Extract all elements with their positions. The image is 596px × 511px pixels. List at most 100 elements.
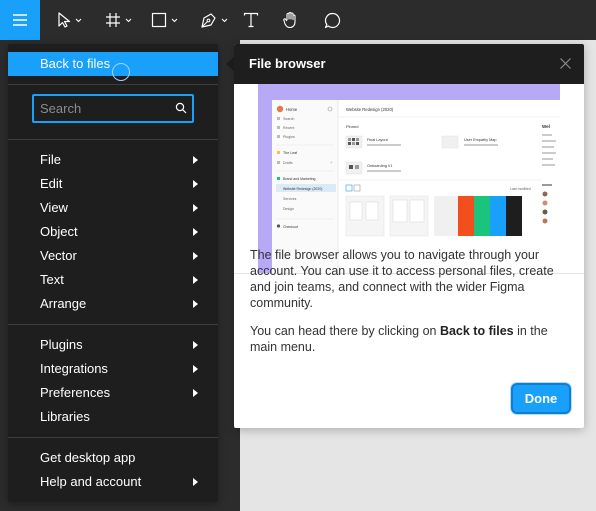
preview-sidebar-item: Recent [283, 126, 294, 130]
chevron-right-icon [193, 204, 198, 212]
menu-item-label: Help and account [40, 474, 142, 489]
tooltip-header: File browser [234, 44, 584, 84]
menu-item-label: Vector [40, 248, 77, 263]
preview-sort-label: Last modified [510, 187, 531, 191]
menu-separator [8, 84, 218, 85]
file-browser-preview-image: Home Search Recent Plugins The Leaf Draf… [234, 84, 584, 274]
menu-search-box[interactable] [32, 94, 194, 123]
tooltip-paragraph: You can head there by clicking on Back t… [250, 324, 548, 354]
preview-sidebar-item: Brand and Marketing [283, 177, 316, 181]
chevron-right-icon [193, 389, 198, 397]
chevron-right-icon [193, 341, 198, 349]
preview-file-name: Final Layout [367, 138, 389, 142]
preview-background: Home Search Recent Plugins The Leaf Draf… [258, 84, 560, 273]
menu-item-label: Integrations [40, 361, 108, 376]
preview-sidebar-item: Checkout [283, 225, 298, 229]
frame-tool-icon [105, 13, 120, 27]
chevron-down-icon [125, 18, 131, 22]
move-tool-button[interactable] [52, 0, 86, 40]
menu-item-vector[interactable]: Vector [8, 244, 218, 268]
menu-search-input[interactable] [34, 96, 192, 121]
menu-item-label: Plugins [40, 337, 83, 352]
menu-item-preferences[interactable]: Preferences [8, 381, 218, 405]
chevron-right-icon [193, 252, 198, 260]
text-tool-icon [243, 12, 259, 28]
back-to-files-label: Back to files [40, 56, 111, 71]
cursor-indicator [112, 63, 130, 81]
menu-item-label: Preferences [40, 385, 111, 400]
preview-header: Website Redesign (2020) [346, 107, 394, 112]
tooltip-title: File browser [249, 56, 326, 71]
menu-item-label: View [40, 200, 68, 215]
preview-file-name: Onboarding V1 [367, 164, 393, 168]
move-tool-icon [57, 12, 70, 28]
preview-right-heading: Wel [542, 124, 550, 129]
chevron-right-icon [193, 365, 198, 373]
preview-sidebar-item: Design [283, 207, 294, 211]
menu-item-label: Edit [40, 176, 63, 191]
chevron-right-icon [193, 228, 198, 236]
menu-separator [8, 139, 218, 140]
menu-item-label: File [40, 152, 61, 167]
comment-tool-button[interactable] [320, 0, 344, 40]
preview-sidebar-item: Plugins [283, 135, 295, 139]
preview-sidebar-item: Website Redesign (2020) [283, 187, 322, 191]
shape-tool-button[interactable] [146, 0, 182, 40]
preview-section-title: Pinned [346, 124, 358, 129]
chevron-right-icon [193, 180, 198, 188]
back-to-files-reference: Back to files [439, 324, 514, 338]
menu-item-label: Text [40, 272, 64, 287]
preview-sidebar-item: The Leaf [283, 151, 297, 155]
preview-file-name: User Empathy Map [464, 138, 497, 142]
menu-item-label: Get desktop app [40, 450, 136, 465]
menu-item-object[interactable]: Object [8, 220, 218, 244]
menu-item-get-desktop-app[interactable]: Get desktop app [8, 446, 218, 470]
menu-item-plugins[interactable]: Plugins [8, 333, 218, 357]
menu-item-file[interactable]: File [8, 148, 218, 172]
menu-item-help-and-account[interactable]: Help and account [8, 470, 218, 494]
preview-sidebar-item: Home [286, 107, 298, 112]
main-menu: Back to files File Edit View Object Vect… [8, 44, 218, 502]
close-icon[interactable] [559, 57, 572, 70]
tooltip-paragraph: The file browser allows you to navigate … [250, 248, 554, 310]
menu-item-label: Libraries [40, 409, 90, 424]
toolbar [0, 0, 596, 40]
tooltip-body: The file browser allows you to navigate … [250, 247, 572, 367]
menu-item-label: Arrange [40, 296, 87, 311]
hamburger-menu-icon [13, 14, 27, 26]
back-to-files-item[interactable]: Back to files [8, 52, 218, 81]
menu-item-integrations[interactable]: Integrations [8, 357, 218, 381]
preview-sidebar-item: Services [283, 197, 297, 201]
text-tool-button[interactable] [240, 0, 262, 40]
done-button[interactable]: Done [511, 383, 571, 414]
pen-tool-icon [201, 12, 216, 28]
menu-item-libraries[interactable]: Libraries [8, 405, 218, 429]
menu-item-edit[interactable]: Edit [8, 172, 218, 196]
menu-item-arrange[interactable]: Arrange [8, 292, 218, 316]
preview-sidebar-item: Drafts [283, 161, 293, 165]
chevron-down-icon [171, 18, 177, 22]
onboarding-tooltip: File browser Home Search Recent Plugins … [234, 44, 584, 428]
chevron-right-icon [193, 156, 198, 164]
hand-tool-icon [283, 11, 296, 29]
menu-item-view[interactable]: View [8, 196, 218, 220]
tooltip-pointer [226, 57, 234, 71]
menu-separator [8, 324, 218, 325]
menu-item-text[interactable]: Text [8, 268, 218, 292]
svg-text:+: + [330, 160, 333, 165]
chevron-down-icon [221, 18, 228, 22]
rectangle-tool-icon [151, 12, 166, 28]
chevron-right-icon [193, 276, 198, 284]
comment-tool-icon [324, 12, 340, 28]
chevron-right-icon [193, 300, 198, 308]
menu-item-label: Object [40, 224, 78, 239]
frame-tool-button[interactable] [100, 0, 136, 40]
hand-tool-button[interactable] [280, 0, 302, 40]
chevron-right-icon [193, 478, 198, 486]
preview-sidebar-item: Search [283, 117, 294, 121]
menu-separator [8, 437, 218, 438]
search-icon [175, 102, 187, 114]
chevron-down-icon [75, 18, 81, 22]
main-menu-button[interactable] [0, 0, 40, 40]
pen-tool-button[interactable] [196, 0, 232, 40]
